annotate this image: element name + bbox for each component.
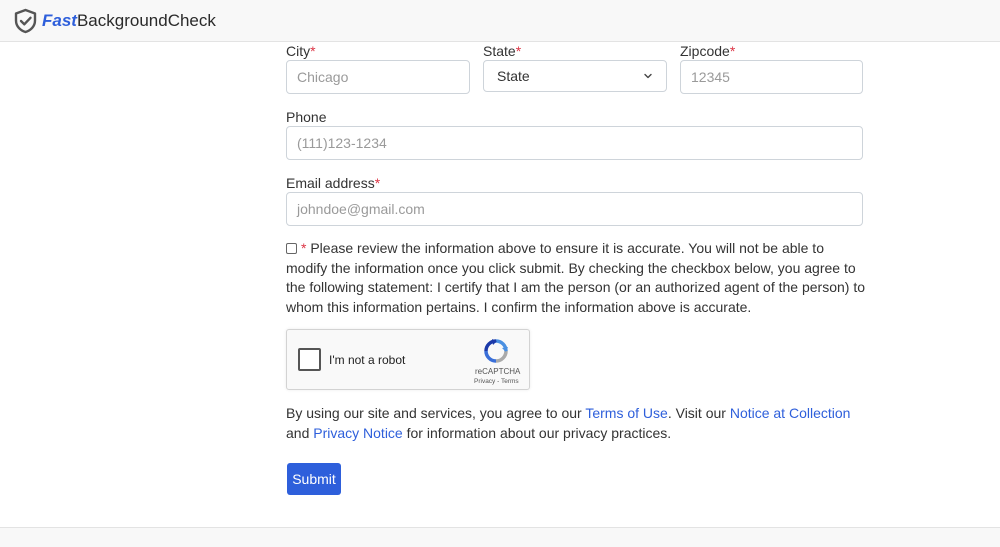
site-logo[interactable]: Fast BackgroundCheck — [13, 7, 216, 35]
recaptcha-brand: reCAPTCHA — [475, 367, 521, 376]
email-placeholder: johndoe@gmail.com — [297, 201, 425, 217]
terms-text: for information about our privacy practi… — [402, 424, 672, 441]
terms-notice: By using our site and services, you agre… — [286, 404, 866, 443]
submit-button[interactable]: Submit — [287, 463, 341, 495]
city-label-text: City — [286, 43, 311, 59]
top-navbar: Fast BackgroundCheck — [0, 0, 1000, 42]
terms-text: and — [286, 424, 314, 441]
state-label-text: State — [483, 43, 516, 59]
email-input[interactable]: johndoe@gmail.com — [286, 192, 863, 226]
chevron-down-icon — [644, 73, 652, 79]
zipcode-label: Zipcode* — [680, 43, 735, 59]
notice-at-collection-link[interactable]: Notice at Collection — [730, 405, 851, 421]
state-label: State* — [483, 43, 521, 59]
consent-checkbox[interactable] — [286, 243, 297, 254]
consent-statement: * Please review the information above to… — [286, 239, 866, 317]
recaptcha-label: I'm not a robot — [329, 353, 406, 367]
city-input[interactable]: Chicago — [286, 60, 470, 94]
city-label: City* — [286, 43, 316, 59]
email-label-text: Email address — [286, 175, 375, 191]
recaptcha-links: Privacy - Terms — [474, 378, 519, 385]
required-mark: * — [374, 175, 381, 191]
terms-text: . Visit our — [667, 405, 730, 421]
consent-text: Please review the information above to e… — [286, 240, 865, 315]
state-select-value: State — [497, 68, 530, 84]
required-mark: * — [301, 240, 307, 256]
recaptcha-terms-link[interactable]: Terms — [501, 378, 519, 385]
recaptcha-privacy-link[interactable]: Privacy — [474, 378, 495, 385]
zipcode-placeholder: 12345 — [691, 69, 730, 85]
phone-label: Phone — [286, 109, 326, 125]
email-label: Email address* — [286, 175, 380, 191]
recaptcha-logo-icon — [484, 339, 508, 363]
recaptcha-widget: I'm not a robot reCAPTCHA Privacy - Term… — [286, 329, 530, 390]
state-select[interactable]: State — [483, 60, 667, 92]
terms-text: By using our site and services, you agre… — [286, 405, 586, 421]
city-placeholder: Chicago — [297, 69, 349, 85]
phone-label-text: Phone — [286, 109, 327, 125]
footer — [0, 528, 1000, 547]
terms-of-use-link[interactable]: Terms of Use — [585, 405, 667, 421]
phone-input[interactable]: (111)123-1234 — [286, 126, 863, 160]
shield-check-icon — [14, 8, 37, 34]
zipcode-input[interactable]: 12345 — [680, 60, 863, 94]
logo-brand-text: BackgroundCheck — [76, 11, 216, 30]
zipcode-label-text: Zipcode — [680, 43, 730, 59]
recaptcha-checkbox[interactable] — [298, 348, 321, 371]
required-mark: * — [515, 43, 522, 59]
required-mark: * — [310, 43, 316, 59]
required-mark: * — [729, 43, 736, 59]
logo-fast-text: Fast — [42, 11, 77, 30]
privacy-notice-link[interactable]: Privacy Notice — [313, 425, 402, 441]
phone-placeholder: (111)123-1234 — [297, 135, 387, 151]
